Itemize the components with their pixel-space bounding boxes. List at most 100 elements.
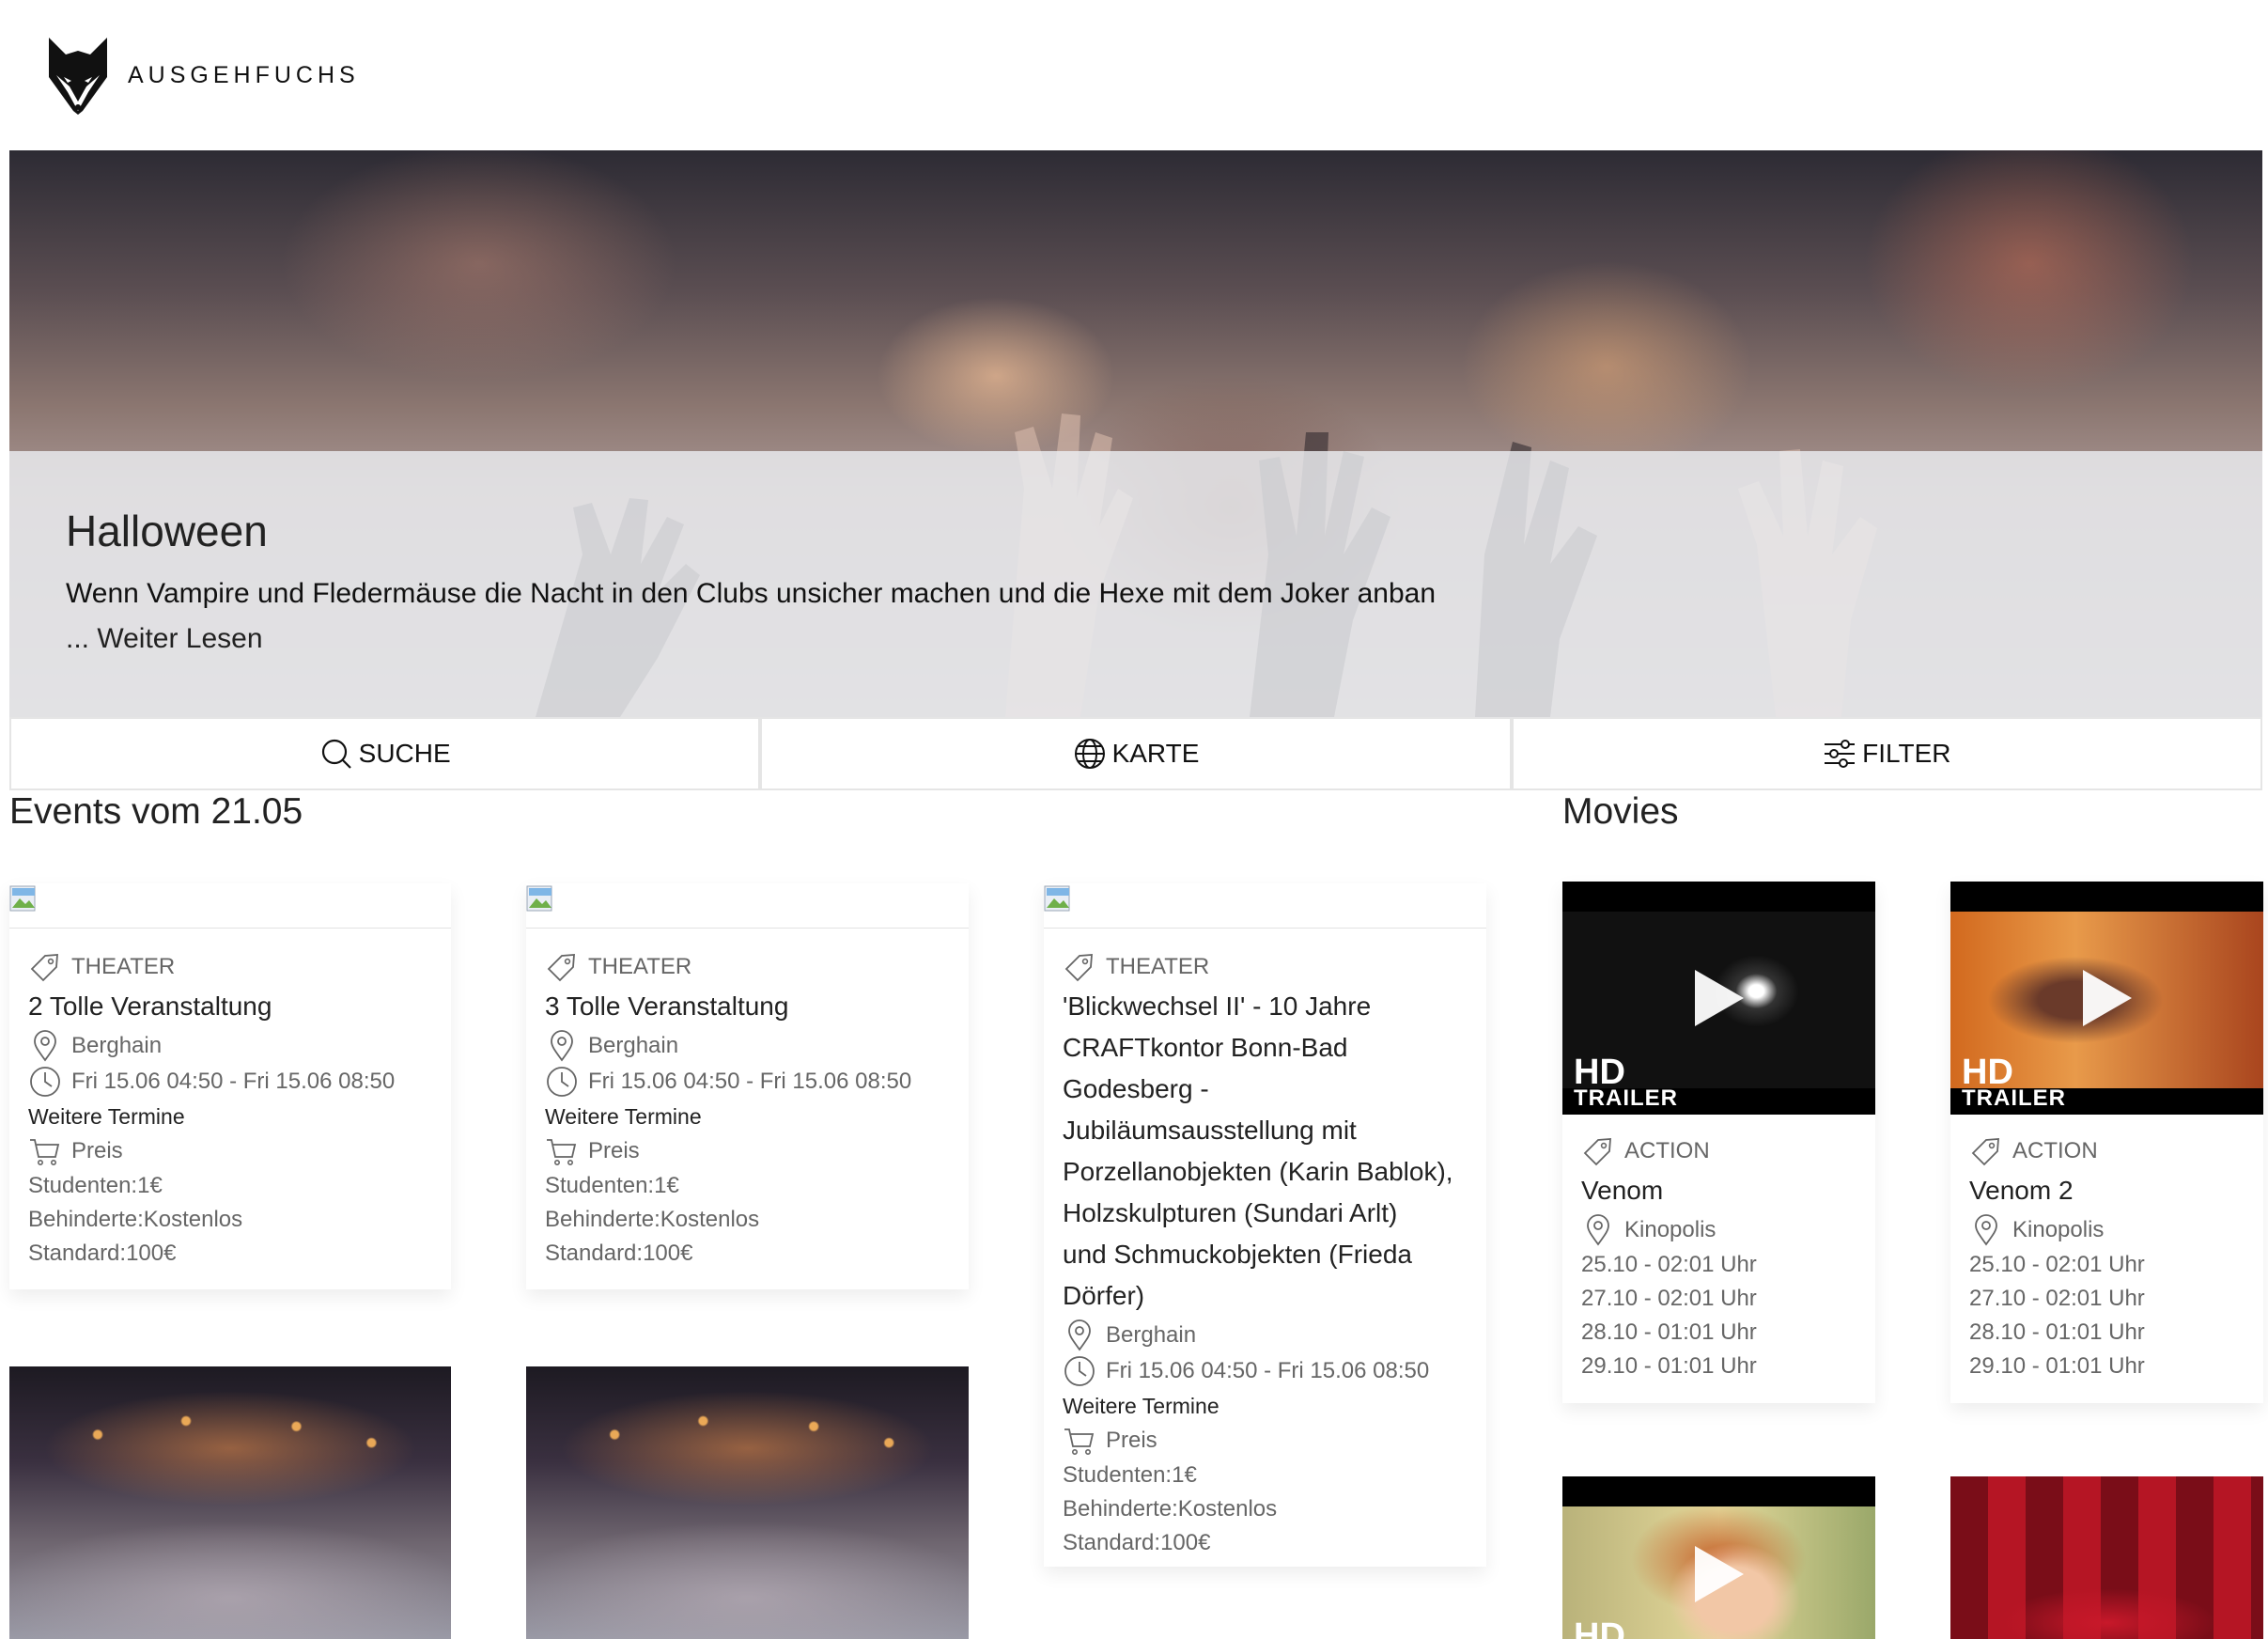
showtime[interactable]: 25.10 - 02:01 Uhr: [1581, 1248, 1856, 1282]
page: AUSGEHFUCHS Halloween Wenn Vampire und F…: [0, 0, 2268, 1639]
event-card-image[interactable]: [526, 1366, 969, 1639]
clock-icon: [30, 1067, 60, 1097]
event-title-line: Holzskulpturen (Sundari Arlt): [1063, 1198, 1398, 1227]
price-students: Studenten:1€: [545, 1173, 679, 1198]
event-card[interactable]: THEATER 'Blickwechsel II' - 10 Jahre CRA…: [1044, 883, 1486, 1567]
read-more-link[interactable]: ... Weiter Lesen: [66, 617, 2262, 662]
tag-icon: [30, 954, 58, 982]
tag-icon: [1064, 954, 1093, 982]
event-title[interactable]: 2 Tolle Veranstaltung: [28, 987, 432, 1026]
tab-filter[interactable]: FILTER: [1511, 717, 2262, 790]
event-title[interactable]: 'Blickwechsel II' - 10 Jahre CRAFTkontor…: [1063, 987, 1468, 1316]
event-location: Berghain: [28, 1028, 432, 1064]
event-category-label: THEATER: [1106, 954, 1210, 979]
tag-icon: [1971, 1138, 1999, 1166]
movie-cinema-label: Kinopolis: [1624, 1217, 1717, 1242]
logo[interactable]: AUSGEHFUCHS: [45, 34, 360, 117]
movie-genre-label: ACTION: [1624, 1138, 1710, 1163]
event-price-header: Preis: [545, 1133, 950, 1169]
event-time: Fri 15.06 04:50 - Fri 15.06 08:50: [545, 1064, 950, 1100]
event-title-line: und Schmuckobjekten (Frieda: [1063, 1240, 1412, 1269]
hd-trailer-badge: HD TRAILER: [1962, 1054, 2066, 1110]
movie-card[interactable]: HD TRAILER ACTION Venom 2 Kinopolis 25.1…: [1950, 882, 2263, 1403]
location-pin-icon: [1068, 1319, 1091, 1351]
tag-icon: [1583, 1138, 1611, 1166]
price-standard: Standard:100€: [28, 1241, 177, 1266]
cart-icon: [547, 1139, 577, 1165]
clock-icon: [547, 1067, 577, 1097]
brand-name: AUSGEHFUCHS: [128, 61, 360, 88]
broken-image-icon: [1044, 885, 1070, 912]
movie-cinema-label: Kinopolis: [2012, 1217, 2105, 1242]
tab-map-label: KARTE: [1111, 739, 1200, 768]
movie-genre: ACTION: [1581, 1133, 1856, 1169]
trailer-label: TRAILER: [1574, 1085, 1678, 1112]
price-label: Preis: [71, 1138, 123, 1163]
event-card[interactable]: THEATER 3 Tolle Veranstaltung Berghain F…: [526, 883, 969, 1289]
showtime[interactable]: 25.10 - 02:01 Uhr: [1969, 1248, 2245, 1282]
event-title-line: 'Blickwechsel II' - 10 Jahre: [1063, 991, 1372, 1021]
hero-banner: Halloween Wenn Vampire und Fledermäuse d…: [9, 150, 2262, 717]
event-title-line: CRAFTkontor Bonn-Bad: [1063, 1033, 1348, 1062]
price-standard: Standard:100€: [1063, 1530, 1211, 1555]
filter-icon: [1825, 740, 1856, 768]
event-image: [526, 883, 969, 929]
event-time-label: Fri 15.06 04:50 - Fri 15.06 08:50: [71, 1069, 396, 1094]
event-title[interactable]: 3 Tolle Veranstaltung: [545, 987, 950, 1026]
events-heading: Events vom 21.05: [9, 791, 303, 832]
event-card[interactable]: THEATER 2 Tolle Veranstaltung Berghain F…: [9, 883, 451, 1289]
more-dates-link[interactable]: Weitere Termine: [545, 1100, 950, 1133]
price-label: Preis: [588, 1138, 640, 1163]
event-price-header: Preis: [28, 1133, 432, 1169]
hero-caption: Halloween Wenn Vampire und Fledermäuse d…: [9, 451, 2262, 717]
play-icon: [1694, 970, 1744, 1026]
event-title-line: Godesberg -: [1063, 1074, 1209, 1103]
broken-image-icon: [526, 885, 552, 912]
movie-title[interactable]: Venom 2: [1969, 1171, 2245, 1210]
top-bar: AUSGEHFUCHS: [9, 0, 2262, 150]
movie-card[interactable]: HD TRAILER ACTION Venom Kinopolis 25.10 …: [1562, 882, 1875, 1403]
price-disabled: Behinderte:Kostenlos: [1063, 1496, 1278, 1522]
price-students: Studenten:1€: [28, 1173, 163, 1198]
tag-icon: [547, 954, 575, 982]
movie-poster-cinema-seats[interactable]: [1950, 1476, 2263, 1639]
showtime[interactable]: 29.10 - 01:01 Uhr: [1969, 1350, 2245, 1383]
action-tabs: SUCHE KARTE FILTER: [9, 717, 2262, 790]
showtime[interactable]: 27.10 - 02:01 Uhr: [1581, 1282, 1856, 1316]
showtime[interactable]: 28.10 - 01:01 Uhr: [1581, 1316, 1856, 1350]
movie-cinema: Kinopolis: [1969, 1212, 2245, 1248]
movie-trailer-thumbnail[interactable]: HD: [1562, 1476, 1875, 1639]
price-label: Preis: [1106, 1428, 1157, 1453]
event-title-line: Dörfer): [1063, 1281, 1145, 1310]
event-location: Berghain: [1063, 1318, 1468, 1353]
location-pin-icon: [551, 1030, 573, 1062]
movie-genre-label: ACTION: [2012, 1138, 2098, 1163]
more-dates-link[interactable]: Weitere Termine: [1063, 1389, 1468, 1423]
event-time: Fri 15.06 04:50 - Fri 15.06 08:50: [28, 1064, 432, 1100]
price-standard: Standard:100€: [545, 1241, 693, 1266]
event-location: Berghain: [545, 1028, 950, 1064]
showtime[interactable]: 29.10 - 01:01 Uhr: [1581, 1350, 1856, 1383]
showtime[interactable]: 27.10 - 02:01 Uhr: [1969, 1282, 2245, 1316]
hd-label: HD: [1574, 1616, 1625, 1639]
more-dates-link[interactable]: Weitere Termine: [28, 1100, 432, 1133]
movie-title[interactable]: Venom: [1581, 1171, 1856, 1210]
hd-badge: HD: [1574, 1616, 1625, 1639]
clock-icon: [1064, 1356, 1095, 1386]
event-title-line: Porzellanobjekten (Karin Bablok),: [1063, 1157, 1453, 1186]
cart-icon: [1064, 1428, 1095, 1455]
fox-logo-icon: [49, 38, 107, 115]
event-card-image[interactable]: [9, 1366, 451, 1639]
event-time: Fri 15.06 04:50 - Fri 15.06 08:50: [1063, 1353, 1468, 1389]
movie-trailer-thumbnail[interactable]: HD TRAILER: [1950, 882, 2263, 1115]
cart-icon: [30, 1139, 60, 1165]
movies-heading: Movies: [1562, 791, 1679, 832]
event-location-label: Berghain: [71, 1033, 163, 1058]
tab-map[interactable]: KARTE: [760, 717, 1512, 790]
play-icon: [1694, 1545, 1744, 1602]
hd-trailer-badge: HD TRAILER: [1574, 1054, 1678, 1112]
movie-trailer-thumbnail[interactable]: HD TRAILER: [1562, 882, 1875, 1115]
showtime[interactable]: 28.10 - 01:01 Uhr: [1969, 1316, 2245, 1350]
event-image: [1044, 883, 1486, 929]
tab-search[interactable]: SUCHE: [9, 717, 761, 790]
